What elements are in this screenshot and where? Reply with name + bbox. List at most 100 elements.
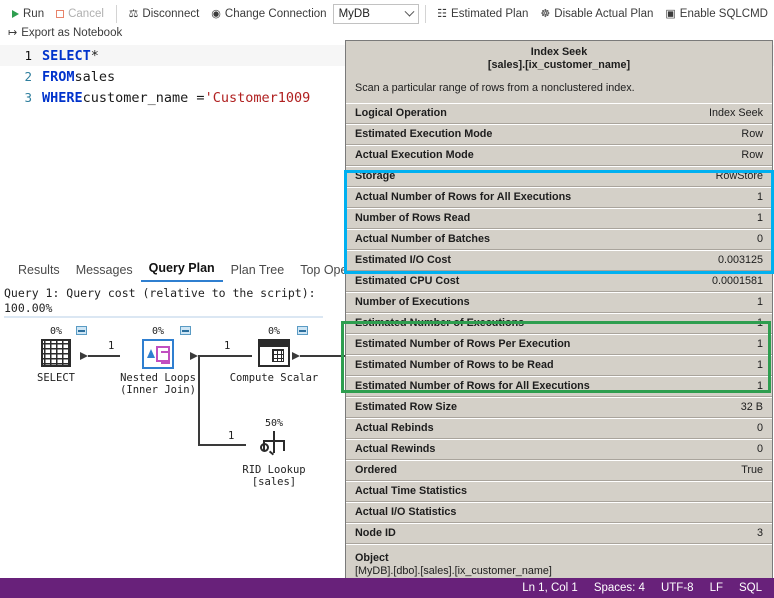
plan-node-rid-lookup-cost: 50% <box>226 418 322 429</box>
chevron-down-icon <box>404 6 414 16</box>
sql-editor-window: Run Cancel ⚖ Disconnect ◉ Change Connect… <box>0 0 774 598</box>
edge-nestedloops-computescalar <box>198 355 252 357</box>
property-key: Actual Number of Rows for All Executions <box>355 191 571 204</box>
edge-label-1: 1 <box>108 340 114 352</box>
property-row: Actual Time Statistics <box>346 481 772 502</box>
toolbar: Run Cancel ⚖ Disconnect ◉ Change Connect… <box>0 0 774 28</box>
play-icon <box>12 10 19 18</box>
property-value: Index Seek <box>709 107 763 120</box>
code-string-literal: 'Customer1009 <box>205 90 311 106</box>
collapse-toggle-compute-scalar[interactable] <box>297 326 308 335</box>
database-dropdown[interactable]: MyDB <box>333 4 419 24</box>
query-plan-diagram[interactable]: 0% SELECT 0% Nested Loops (Inner Join) 0… <box>0 318 345 578</box>
cancel-button[interactable]: Cancel <box>50 6 110 22</box>
property-value: Row <box>741 128 763 141</box>
edge-computescalar-indexseek <box>300 355 348 357</box>
export-as-notebook-button[interactable]: ↦ Export as Notebook <box>8 27 122 39</box>
property-key: Actual Number of Batches <box>355 233 490 246</box>
property-value: 1 <box>757 317 763 330</box>
property-value: Row <box>741 149 763 162</box>
rid-lookup-icon <box>257 431 291 461</box>
collapse-toggle-nested-loops[interactable] <box>180 326 191 335</box>
property-value: 0 <box>757 443 763 456</box>
property-key: Estimated Number of Rows for All Executi… <box>355 380 590 393</box>
tab-messages[interactable]: Messages <box>68 261 141 282</box>
property-key: Actual Execution Mode <box>355 149 474 162</box>
arrowhead-computescalar <box>292 352 300 360</box>
property-key: Estimated Number of Executions <box>355 317 524 330</box>
plan-node-compute-scalar-label: Compute Scalar <box>226 372 322 384</box>
change-connection-button[interactable]: ◉ Change Connection <box>205 6 332 22</box>
export-icon: ↦ <box>8 28 17 39</box>
plan-node-select-label: SELECT <box>8 372 104 384</box>
edge-nestedloops-ridlookup-v <box>198 355 200 445</box>
run-button[interactable]: Run <box>6 6 50 22</box>
code-text-2: sales <box>75 69 116 85</box>
property-value: 1 <box>757 359 763 372</box>
property-key: Actual Rebinds <box>355 422 434 435</box>
status-cursor-position[interactable]: Ln 1, Col 1 <box>522 582 578 594</box>
status-bar: Ln 1, Col 1 Spaces: 4 UTF-8 LF SQL <box>0 578 774 598</box>
property-value: 32 B <box>741 401 763 414</box>
plan-node-nested-loops[interactable]: 0% Nested Loops (Inner Join) <box>110 326 206 396</box>
property-value: 1 <box>757 338 763 351</box>
property-key: Logical Operation <box>355 107 447 120</box>
plan-node-rid-lookup[interactable]: 50% RID Lookup [sales] <box>226 418 322 488</box>
toolbar-divider-2 <box>425 5 426 23</box>
arrowhead-nestedloops <box>190 352 198 360</box>
tab-query-plan[interactable]: Query Plan <box>141 259 223 282</box>
property-value: 1 <box>757 212 763 225</box>
status-language-mode[interactable]: SQL <box>739 582 762 594</box>
property-row: Node ID 3 <box>346 523 772 544</box>
property-key: Number of Executions <box>355 296 470 309</box>
disconnect-button[interactable]: ⚖ Disconnect <box>123 6 206 22</box>
edge-label-3: 1 <box>228 430 234 442</box>
property-key: Estimated CPU Cost <box>355 275 459 288</box>
enable-sqlcmd-button[interactable]: ▣ Enable SQLCMD <box>659 6 774 22</box>
keyword-from: FROM <box>42 69 75 85</box>
plan-tree-icon: ☷ <box>437 9 447 20</box>
estimated-plan-label: Estimated Plan <box>451 8 528 20</box>
line-number-3: 3 <box>0 90 42 105</box>
estimated-plan-button[interactable]: ☷ Estimated Plan <box>431 6 534 22</box>
status-eol[interactable]: LF <box>710 582 723 594</box>
property-key: Storage <box>355 170 395 183</box>
property-key: Number of Rows Read <box>355 212 470 225</box>
property-row: Actual Rebinds0 <box>346 418 772 439</box>
property-row: Estimated Number of Rows for All Executi… <box>346 376 772 397</box>
plan-properties-panel[interactable]: Index Seek [sales].[ix_customer_name] Sc… <box>345 40 773 589</box>
property-row: Actual Number of Batches 0 <box>346 229 772 250</box>
disable-actual-plan-button[interactable]: ☸ Disable Actual Plan <box>534 6 659 22</box>
plug-icon: ⚖ <box>129 9 139 20</box>
line-number-2: 2 <box>0 69 42 84</box>
property-row: Estimated Number of Executions 1 <box>346 313 772 334</box>
plan-node-nested-loops-label: Nested Loops (Inner Join) <box>110 372 206 396</box>
property-key: Estimated I/O Cost <box>355 254 451 267</box>
tab-plan-tree[interactable]: Plan Tree <box>223 261 293 282</box>
tab-results[interactable]: Results <box>10 261 68 282</box>
property-row: Actual Execution Mode Row <box>346 145 772 166</box>
property-row: Estimated Number of Rows Per Execution 1 <box>346 334 772 355</box>
property-value: 0.0001581 <box>712 275 763 288</box>
property-value: 3 <box>757 527 763 540</box>
property-row: Estimated Number of Rows to be Read 1 <box>346 355 772 376</box>
status-encoding[interactable]: UTF-8 <box>661 582 694 594</box>
connection-icon: ◉ <box>211 9 221 20</box>
status-indentation[interactable]: Spaces: 4 <box>594 582 645 594</box>
property-block-key: Object <box>355 552 763 565</box>
actual-plan-icon: ☸ <box>540 9 550 20</box>
property-key: Estimated Number of Rows to be Read <box>355 359 554 372</box>
enable-sqlcmd-label: Enable SQLCMD <box>680 8 768 20</box>
nested-loops-icon <box>141 339 175 369</box>
property-row: Actual Number of Rows for All Executions… <box>346 187 772 208</box>
property-row: Estimated Execution ModeRow <box>346 124 772 145</box>
plan-node-rid-lookup-label: RID Lookup [sales] <box>226 464 322 488</box>
collapse-toggle-select[interactable] <box>76 326 87 335</box>
property-value: 1 <box>757 380 763 393</box>
plan-node-select-cost: 0% <box>8 326 104 337</box>
property-key: Node ID <box>355 527 396 540</box>
property-value: 0 <box>757 233 763 246</box>
properties-title-operation: Index Seek <box>354 46 764 59</box>
property-value: 1 <box>757 296 763 309</box>
property-key: Estimated Number of Rows Per Execution <box>355 338 570 351</box>
